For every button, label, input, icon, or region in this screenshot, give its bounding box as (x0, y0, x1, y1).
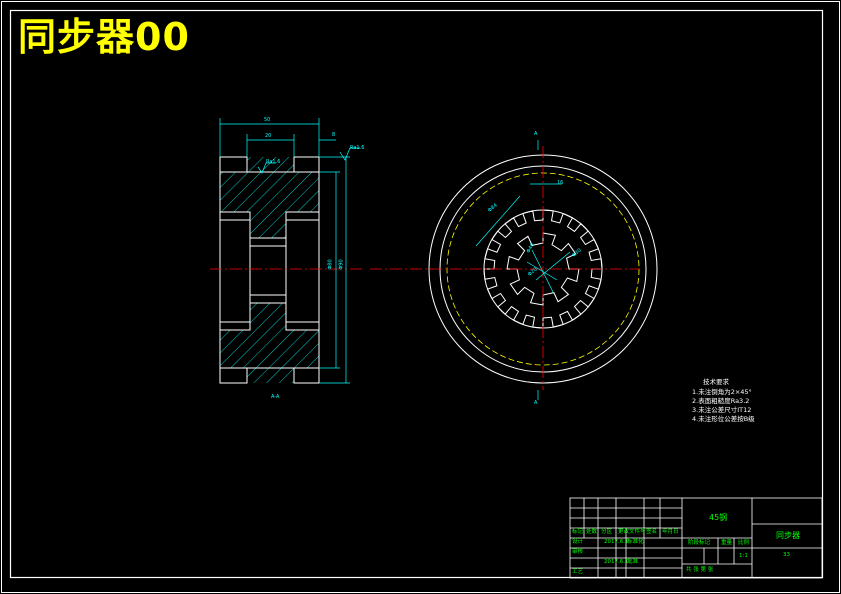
tb-label-zone: 分区 (601, 529, 613, 535)
tb-design-label: 设计 (572, 539, 584, 545)
tb-scale-value: 1:1 (739, 553, 748, 559)
dim-overall-width: 50 (264, 117, 271, 123)
section-hatch-bottom (220, 303, 319, 383)
dim-roughness-groove: Ra1.6 (266, 159, 281, 165)
dim-chamfer: 8 (332, 132, 336, 138)
tb-part-name: 同步器 (776, 531, 800, 540)
tb-label-sign: 签名 (646, 529, 658, 535)
tb-stage-label: 阶段标记 (688, 540, 711, 546)
tech-note-2: 2.表面粗糙度Ra3.2 (692, 397, 750, 405)
dim-spline-width: 16 (557, 180, 564, 186)
section-label: A-A (271, 394, 280, 400)
tb-process-label: 工艺 (572, 569, 584, 575)
section-hatch-top (220, 157, 319, 238)
tb-weight-label: 重量 (721, 540, 733, 546)
tb-drawing-number: 33 (783, 552, 790, 558)
tb-scale-label: 比例 (738, 540, 750, 546)
drawing-title: 同步器00 (18, 15, 190, 59)
tb-review-label: 审核 (572, 549, 584, 555)
tb-design-date: 2017.6.1 (604, 539, 629, 545)
tech-note-1: 1.未注倒角为2×45° (692, 388, 752, 396)
tb-process-date: 2017.6.1 (604, 559, 629, 565)
outer-frame (1, 1, 840, 593)
section-mark-bottom: A (534, 400, 538, 406)
cad-drawing (1, 1, 840, 593)
dim-inner-dia: Φ80 (327, 259, 334, 270)
tb-sheet-text: 共 张 第 张 (686, 567, 714, 573)
dim-outer-dia: Φ90 (338, 259, 345, 270)
front-view (370, 140, 658, 400)
dim-inner-width: 20 (265, 133, 272, 139)
inner-frame (9, 9, 824, 579)
tb-material: 45钢 (709, 513, 728, 522)
section-mark-top: A (534, 131, 538, 137)
tb-label-mark: 标记 (572, 529, 584, 535)
tb-label-change: 更改文件号 (618, 529, 646, 535)
section-view (210, 118, 365, 384)
tb-label-date: 年月日 (662, 529, 679, 535)
tech-note-3: 3.未注公差尺寸IT12 (692, 406, 752, 414)
tech-note-4: 4.未注形位公差按B级 (692, 415, 755, 423)
tb-label-count: 处数 (586, 529, 598, 535)
tb-design-std: 标准化 (627, 539, 644, 545)
tb-approve-label: 批准 (627, 559, 639, 565)
dim-roughness-top: Ra1.6 (350, 145, 365, 151)
tech-notes-heading: 技术要求 (703, 378, 729, 386)
